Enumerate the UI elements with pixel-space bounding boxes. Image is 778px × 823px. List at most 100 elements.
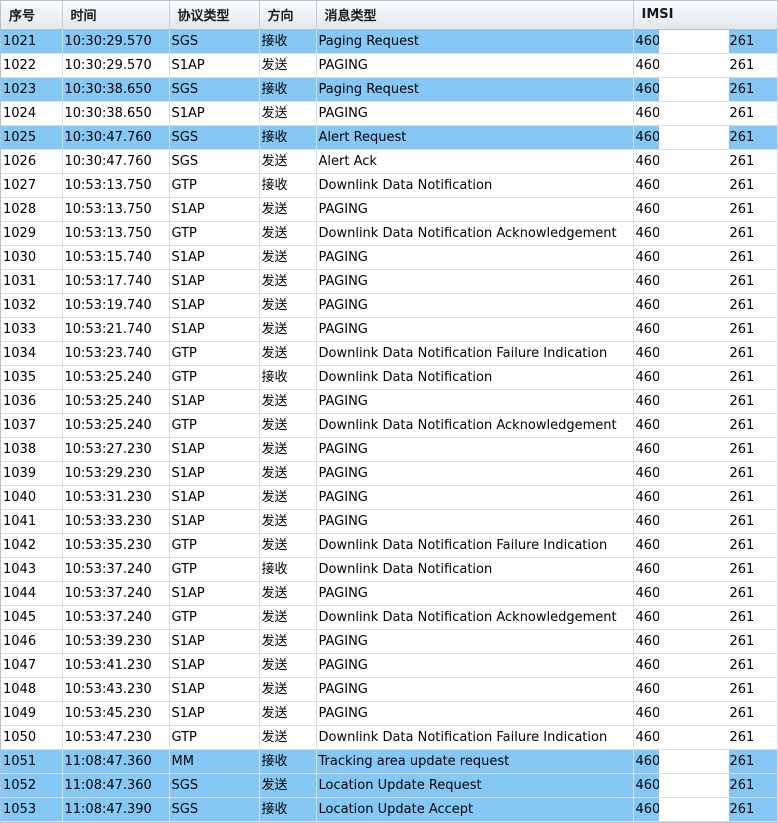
table-body: 1021 10:30:29.570 SGS 接收 Paging Request 460 26… [1, 29, 778, 822]
imsi-suffix: 261 [729, 33, 755, 49]
cell-message-type: Alert Request [316, 125, 634, 150]
table-row[interactable]: 1021 10:30:29.570 SGS 接收 Paging Request 460 26… [1, 29, 778, 54]
imsi-prefix: 460 [635, 105, 661, 121]
cell-imsi: 460 261 [633, 245, 778, 270]
table-row[interactable]: 1047 10:53:41.230 S1AP 发送 PAGING 460 261 [1, 653, 778, 678]
cell-time: 10:30:38.650 [62, 77, 170, 102]
cell-imsi: 460 261 [633, 437, 778, 462]
cell-protocol: S1AP [169, 53, 260, 78]
column-header-message-type[interactable]: 消息类型 [316, 1, 634, 30]
imsi-redaction [658, 461, 729, 484]
table-row[interactable]: 1040 10:53:31.230 S1AP 发送 PAGING 460 261 [1, 485, 778, 510]
column-header-time[interactable]: 时间 [62, 1, 170, 30]
table-row[interactable]: 1042 10:53:35.230 GTP 发送 Downlink Data Notif… [1, 533, 778, 558]
table-row[interactable]: 1035 10:53:25.240 GTP 接收 Downlink Data Notif… [1, 365, 778, 390]
cell-imsi: 460 261 [633, 221, 778, 246]
cell-seq: 1021 [1, 29, 63, 54]
imsi-redaction [658, 317, 729, 340]
cell-time: 10:53:29.230 [62, 461, 170, 486]
table-row[interactable]: 1043 10:53:37.240 GTP 接收 Downlink Data Notif… [1, 557, 778, 582]
table-row[interactable]: 1032 10:53:19.740 S1AP 发送 PAGING 460 261 [1, 293, 778, 318]
cell-protocol: S1AP [169, 269, 260, 294]
cell-time: 10:53:15.740 [62, 245, 170, 270]
cell-protocol: GTP [169, 725, 260, 750]
imsi-redaction [658, 533, 729, 556]
cell-time: 10:53:13.750 [62, 173, 170, 198]
column-header-imsi[interactable]: IMSI [633, 1, 778, 30]
table-row[interactable]: 1026 10:30:47.760 SGS 发送 Alert Ack 460 261 [1, 149, 778, 174]
table-row[interactable]: 1031 10:53:17.740 S1AP 发送 PAGING 460 261 [1, 269, 778, 294]
cell-seq: 1036 [1, 389, 63, 414]
table-row[interactable]: 1050 10:53:47.230 GTP 发送 Downlink Data Notif… [1, 725, 778, 750]
imsi-prefix: 460 [635, 777, 661, 793]
imsi-prefix: 460 [635, 441, 661, 457]
cell-message-type: Location Update Request [316, 773, 634, 798]
table-row[interactable]: 1045 10:53:37.240 GTP 发送 Downlink Data Notif… [1, 605, 778, 630]
cell-imsi: 460 261 [633, 341, 778, 366]
table-row[interactable]: 1044 10:53:37.240 S1AP 发送 PAGING 460 261 [1, 581, 778, 606]
imsi-prefix: 460 [635, 273, 661, 289]
cell-message-type: Downlink Data Notification Failure Indic… [316, 725, 634, 750]
cell-protocol: GTP [169, 413, 260, 438]
column-header-direction[interactable]: 方向 [259, 1, 317, 30]
cell-message-type: Downlink Data Notification [316, 173, 634, 198]
cell-imsi: 460 261 [633, 797, 778, 822]
cell-time: 10:53:37.240 [62, 557, 170, 582]
table-row[interactable]: 1048 10:53:43.230 S1AP 发送 PAGING 460 261 [1, 677, 778, 702]
cell-time: 10:53:25.240 [62, 389, 170, 414]
table-row[interactable]: 1037 10:53:25.240 GTP 发送 Downlink Data Notif… [1, 413, 778, 438]
table-row[interactable]: 1023 10:30:38.650 SGS 接收 Paging Request 460 26… [1, 77, 778, 102]
cell-direction: 接收 [259, 29, 317, 54]
cell-seq: 1023 [1, 77, 63, 102]
table-row[interactable]: 1029 10:53:13.750 GTP 发送 Downlink Data Notif… [1, 221, 778, 246]
cell-message-type: Downlink Data Notification Failure Indic… [316, 533, 634, 558]
imsi-prefix: 460 [635, 33, 661, 49]
cell-seq: 1040 [1, 485, 63, 510]
table-row[interactable]: 1033 10:53:21.740 S1AP 发送 PAGING 460 261 [1, 317, 778, 342]
cell-message-type: PAGING [316, 269, 634, 294]
table-row[interactable]: 1030 10:53:15.740 S1AP 发送 PAGING 460 261 [1, 245, 778, 270]
imsi-redaction [658, 701, 729, 724]
table-row[interactable]: 1052 11:08:47.360 SGS 发送 Location Update Req… [1, 773, 778, 798]
imsi-redaction [658, 29, 729, 52]
imsi-redaction [658, 773, 729, 796]
imsi-prefix: 460 [635, 345, 661, 361]
cell-message-type: PAGING [316, 677, 634, 702]
cell-imsi: 460 261 [633, 677, 778, 702]
header-row: 序号 时间 协议类型 方向 消息类型 IMSI [1, 1, 778, 30]
cell-message-type: PAGING [316, 653, 634, 678]
cell-seq: 1034 [1, 341, 63, 366]
table-row[interactable]: 1051 11:08:47.360 MM 接收 Tracking area update… [1, 749, 778, 774]
table-row[interactable]: 1028 10:53:13.750 S1AP 发送 PAGING 460 261 [1, 197, 778, 222]
imsi-suffix: 261 [729, 201, 755, 217]
cell-protocol: GTP [169, 365, 260, 390]
table-row[interactable]: 1053 11:08:47.390 SGS 接收 Location Update Acc… [1, 797, 778, 822]
cell-imsi: 460 261 [633, 725, 778, 750]
imsi-redaction [658, 581, 729, 604]
table-row[interactable]: 1024 10:30:38.650 S1AP 发送 PAGING 460 261 [1, 101, 778, 126]
cell-time: 10:30:29.570 [62, 29, 170, 54]
imsi-suffix: 261 [729, 393, 755, 409]
cell-seq: 1028 [1, 197, 63, 222]
table-row[interactable]: 1049 10:53:45.230 S1AP 发送 PAGING 460 261 [1, 701, 778, 726]
table-row[interactable]: 1036 10:53:25.240 S1AP 发送 PAGING 460 261 [1, 389, 778, 414]
imsi-suffix: 261 [729, 585, 755, 601]
cell-time: 10:30:47.760 [62, 149, 170, 174]
table-row[interactable]: 1046 10:53:39.230 S1AP 发送 PAGING 460 261 [1, 629, 778, 654]
cell-message-type: PAGING [316, 197, 634, 222]
column-header-seq[interactable]: 序号 [1, 1, 63, 30]
table-row[interactable]: 1041 10:53:33.230 S1AP 发送 PAGING 460 261 [1, 509, 778, 534]
imsi-suffix: 261 [729, 369, 755, 385]
table-row[interactable]: 1022 10:30:29.570 S1AP 发送 PAGING 460 261 [1, 53, 778, 78]
imsi-suffix: 261 [729, 153, 755, 169]
imsi-prefix: 460 [635, 585, 661, 601]
table-row[interactable]: 1025 10:30:47.760 SGS 接收 Alert Request 460 261 [1, 125, 778, 150]
cell-seq: 1044 [1, 581, 63, 606]
column-header-protocol[interactable]: 协议类型 [169, 1, 260, 30]
table-row[interactable]: 1027 10:53:13.750 GTP 接收 Downlink Data Notif… [1, 173, 778, 198]
table-row[interactable]: 1034 10:53:23.740 GTP 发送 Downlink Data Notif… [1, 341, 778, 366]
imsi-suffix: 261 [729, 345, 755, 361]
table-row[interactable]: 1038 10:53:27.230 S1AP 发送 PAGING 460 261 [1, 437, 778, 462]
cell-direction: 接收 [259, 749, 317, 774]
table-row[interactable]: 1039 10:53:29.230 S1AP 发送 PAGING 460 261 [1, 461, 778, 486]
